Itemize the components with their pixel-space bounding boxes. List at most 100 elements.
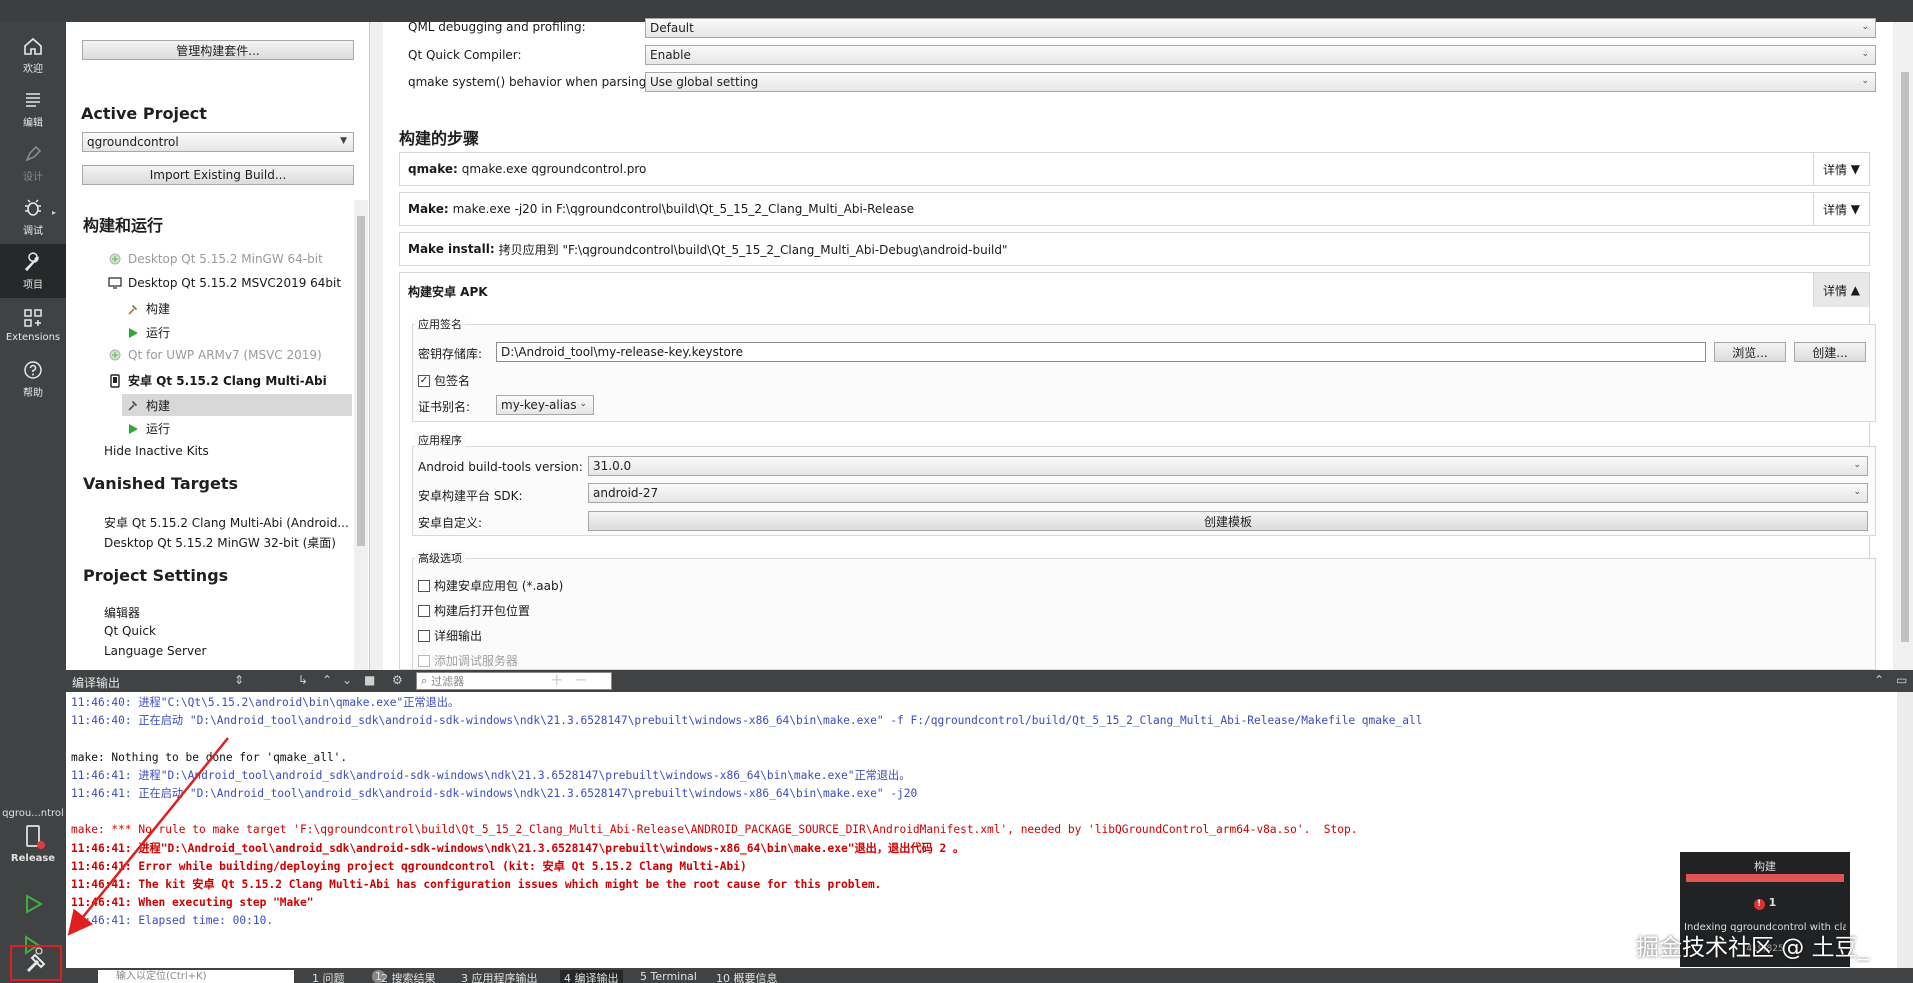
tab-app-output[interactable]: 3 应用程序输出 [461,970,538,983]
build-tools-combo[interactable]: 31.0.0 ⌄ [588,456,1868,476]
tab-search-results[interactable]: 2 搜索结果 [381,970,436,983]
clear-icon[interactable]: ■ [364,673,375,687]
run-icon [126,422,140,436]
aab-checkbox[interactable]: 构建安卓应用包 (*.aab) [418,577,563,594]
mode-projects[interactable]: 项目 [0,244,66,298]
signing-group [412,324,1876,422]
vanished-target-item[interactable]: Desktop Qt 5.15.2 MinGW 32-bit (桌面) [104,534,336,551]
output-pane-select-icon[interactable]: ⇕ [234,673,244,687]
step-make-install[interactable]: Make install: 拷贝应用到 "F:\qgroundcontrol\b… [399,232,1870,266]
text-wrap-icon[interactable]: ↳ [298,673,308,687]
qml-debug-combo[interactable]: Default ⌄ [645,18,1876,38]
kit-android[interactable]: 安卓 Qt 5.15.2 Clang Multi-Abi [108,372,327,389]
checkbox-box [418,629,430,642]
kit-selector[interactable]: qgrou...ntrol Release [0,804,66,876]
error-count: 1 [1768,896,1777,909]
settings-item-qtquick[interactable]: Qt Quick [104,624,156,638]
active-project-combo[interactable]: qgroundcontrol ▼ [82,132,354,152]
step-name: qmake: [408,162,458,176]
next-icon[interactable]: ⌄ [342,673,352,687]
keystore-label: 密钥存储库: [418,347,483,361]
gear-icon[interactable]: ⚙ [392,673,403,687]
step-details-button[interactable]: 详情 ▼ [1813,153,1869,185]
step-qmake[interactable]: qmake: qmake.exe qgroundcontrol.pro 详情 ▼ [399,152,1870,186]
status-bar: 输入以定位(Ctrl+K) 1 问题 1 2 搜索结果 3 应用程序输出 4 编… [66,968,1913,983]
check-icon: ✓ [418,374,430,387]
step-desc: qmake.exe qgroundcontrol.pro [461,162,647,176]
kit-msvc2019-run[interactable]: 运行 [126,324,170,341]
output-line: 11:46:41: 正在启动 "D:\Android_tool\android_… [71,786,918,800]
tab-general-messages[interactable]: 10 概要信息 [716,970,778,983]
output-line: 11:46:41: Error while building/deploying… [71,859,747,873]
vanished-target-item[interactable]: 安卓 Qt 5.15.2 Clang Multi-Abi (Android... [104,514,349,531]
main-scrollbar[interactable] [1897,22,1913,670]
chevron-down-icon: ▼ [340,136,347,146]
settings-item-editor[interactable]: 编辑器 [104,604,140,621]
cert-alias-combo[interactable]: my-key-alias ⌄ [496,395,594,415]
build-tools-label: Android build-tools version: [418,460,583,474]
kit-mingw64[interactable]: Desktop Qt 5.15.2 MinGW 64-bit [108,252,323,266]
tab-issues[interactable]: 1 问题 [312,970,345,983]
output-pane-title: 编译输出 [72,676,121,690]
mode-welcome[interactable]: 欢迎 [0,28,66,82]
chevron-down-icon: ⌄ [1853,460,1861,470]
maximize-pane-icon[interactable]: ⌃ [1874,673,1884,687]
hide-inactive-kits[interactable]: Hide Inactive Kits [104,444,209,458]
nav-scrollbar-thumb[interactable] [357,216,365,546]
qmake-behavior-combo[interactable]: Use global setting ⌄ [645,72,1876,92]
kit-android-build[interactable]: 构建 [122,394,352,416]
mode-extensions[interactable]: Extensions [0,298,66,352]
mode-edit[interactable]: 编辑 [0,82,66,136]
prev-icon[interactable]: ⌃ [322,673,332,687]
verbose-checkbox[interactable]: 详细输出 [418,627,482,644]
compile-output[interactable]: 11:46:40: 进程"C:\Qt\5.15.2\android\bin\qm… [66,692,1897,968]
close-pane-icon[interactable]: ▭ [1896,673,1907,687]
bug-icon [25,199,41,216]
output-scrollbar[interactable] [1897,692,1913,968]
create-keystore-button[interactable]: 创建... [1794,342,1866,362]
home-icon [24,37,42,55]
kit-add-icon [108,348,122,362]
kit-label: Qt for UWP ARMv7 (MSVC 2019) [128,348,322,362]
mode-debug[interactable]: 调试 ▸ [0,190,66,244]
sdk-combo[interactable]: android-27 ⌄ [588,483,1868,503]
manage-kits-button[interactable]: 管理构建套件... [82,40,354,60]
apk-details-button[interactable]: 详情 ▲ [1813,273,1869,307]
wrench-icon [24,252,39,272]
kit-msvc2019-build[interactable]: 构建 [126,300,170,317]
qtquick-compiler-value: Enable [650,48,691,62]
output-line: 11:46:41: When executing step "Make" [71,896,314,910]
debug-server-checkbox[interactable]: 添加调试服务器 [418,652,518,669]
kit-selector-project: qgrou...ntrol [2,808,64,819]
nav-scrollbar[interactable] [354,200,368,670]
browse-button[interactable]: 浏览... [1714,342,1786,362]
keystore-input[interactable]: D:\Android_tool\my-release-key.keystore [496,342,1706,362]
step-make[interactable]: Make: make.exe -j20 in F:\qgroundcontrol… [399,192,1870,226]
create-template-button[interactable]: 创建模板 [588,511,1868,531]
main-scrollbar-thumb[interactable] [1901,72,1909,642]
mode-design[interactable]: 设计 [0,136,66,190]
output-toolbar: 编译输出 ⇕ ↳ ⌃ ⌄ ■ ⚙ ⌕ 过滤器 + − ⌃ ▭ [66,670,1913,692]
tab-compile-output[interactable]: 4 编译输出 [560,970,623,983]
chevron-down-icon: ⌄ [1861,76,1869,86]
kit-uwp[interactable]: Qt for UWP ARMv7 (MSVC 2019) [108,348,322,362]
locator-input[interactable]: 输入以定位(Ctrl+K) [98,970,294,983]
import-build-button[interactable]: Import Existing Build... [82,165,354,185]
zoom-in-icon[interactable]: + [550,670,563,689]
tab-terminal[interactable]: 5 Terminal [640,970,697,983]
mode-help[interactable]: 帮助 [0,352,66,406]
open-location-checkbox[interactable]: 构建后打开包位置 [418,602,530,619]
step-details-button[interactable]: 详情 ▼ [1813,193,1869,225]
qmake-behavior-value: Use global setting [650,75,759,89]
settings-item-language-server[interactable]: Language Server [104,644,206,658]
qtquick-compiler-combo[interactable]: Enable ⌄ [645,45,1876,65]
chevron-down-icon: ⌄ [579,399,587,409]
checkbox-box [418,579,430,592]
zoom-out-icon[interactable]: − [574,670,587,689]
kit-msvc2019[interactable]: Desktop Qt 5.15.2 MSVC2019 64bit [108,276,341,290]
build-button[interactable] [10,945,62,981]
run-button[interactable] [18,889,48,919]
sign-package-checkbox[interactable]: ✓ 包签名 [418,372,470,389]
kit-android-run[interactable]: 运行 [126,420,170,437]
filter-placeholder: 过滤器 [431,675,465,688]
